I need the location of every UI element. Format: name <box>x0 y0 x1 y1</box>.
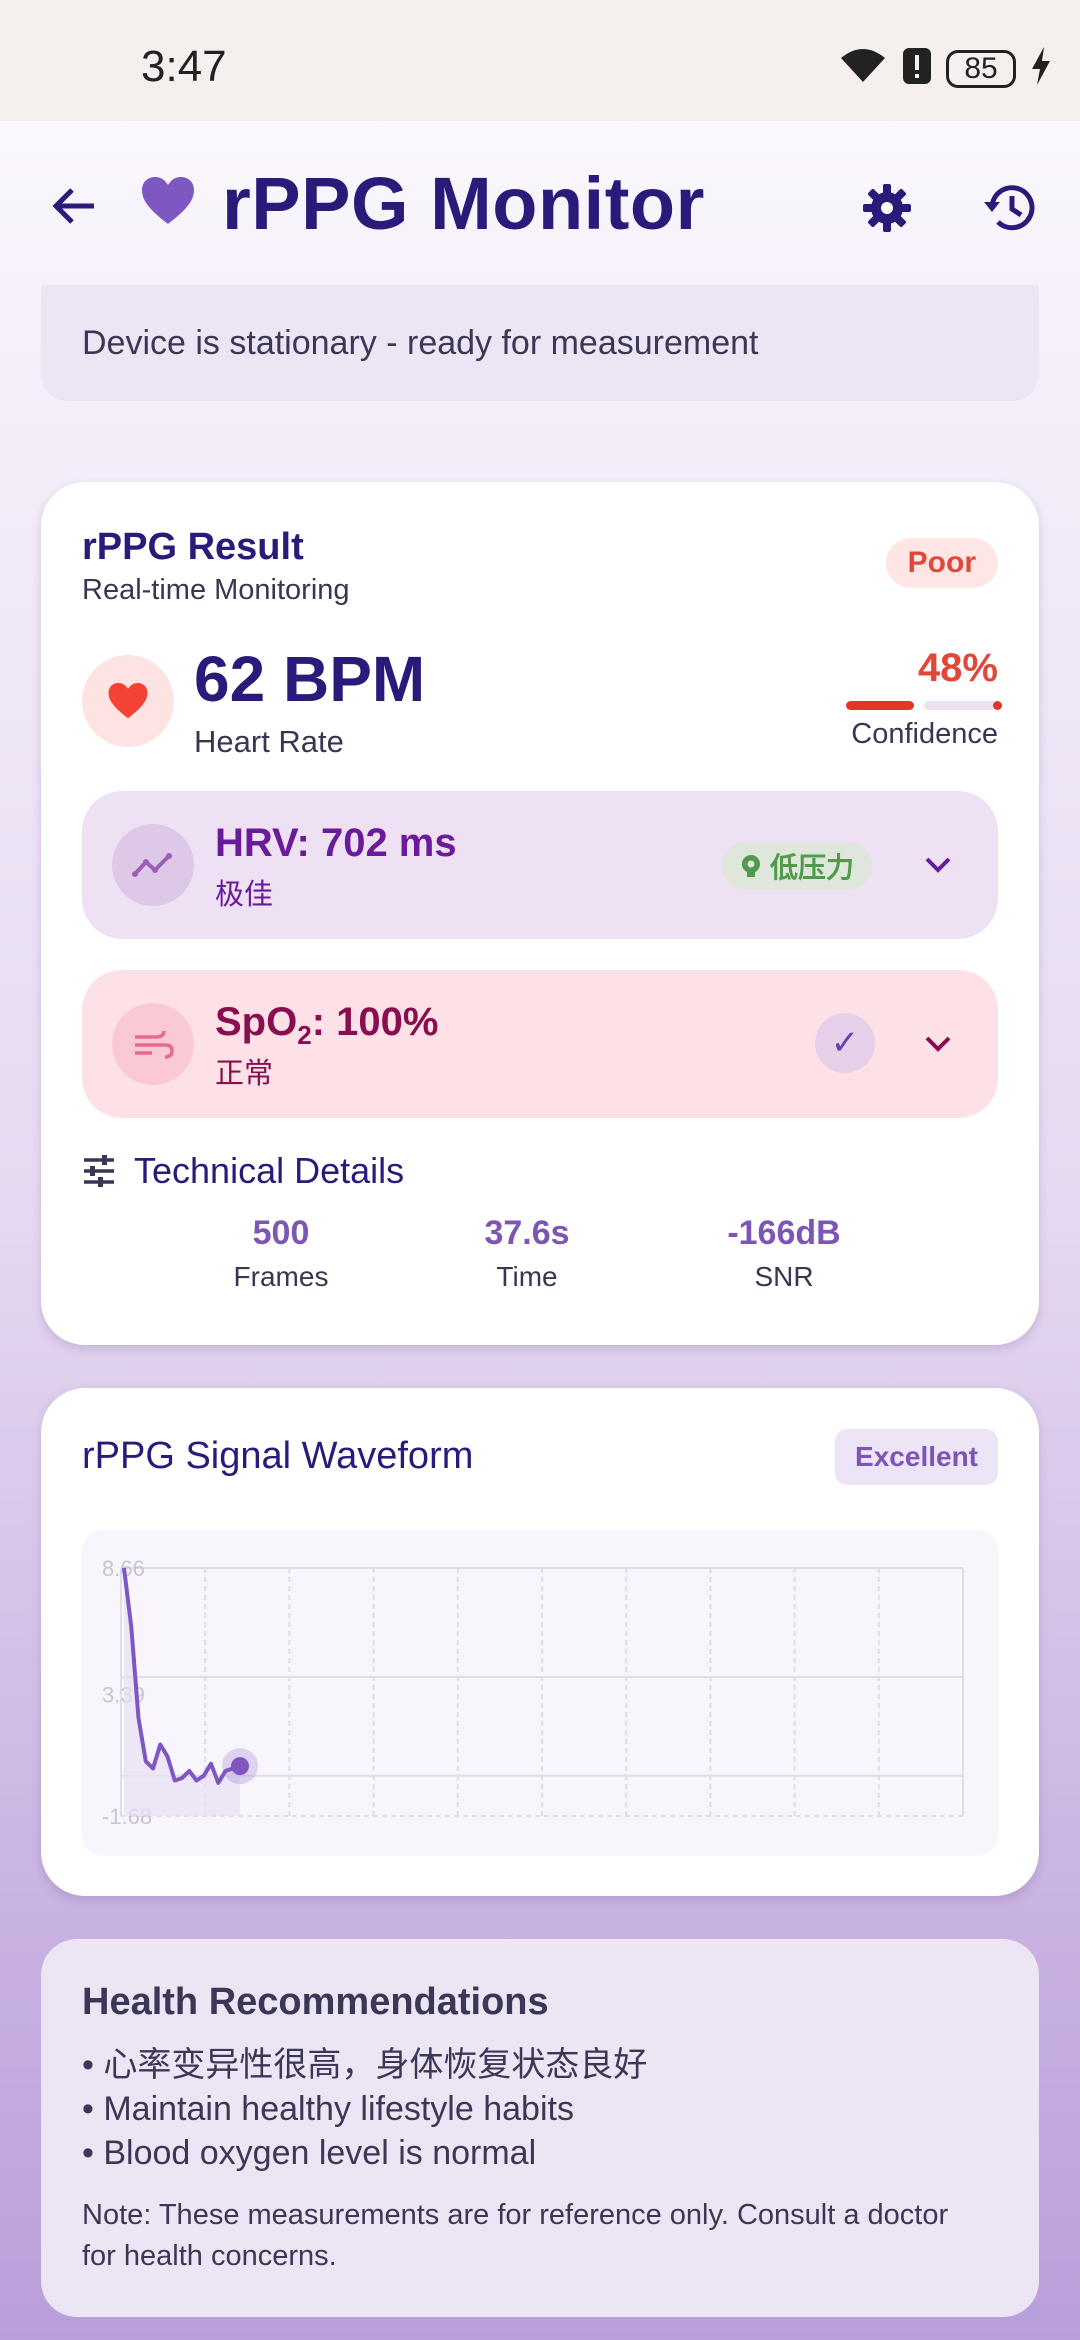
wifi-icon <box>838 46 888 91</box>
device-status-banner: Device is stationary - ready for measure… <box>41 285 1039 401</box>
technical-stats: 500 Frames 37.6s Time -166dB SNR <box>41 1214 1039 1314</box>
stat-label: Frames <box>233 1261 329 1292</box>
hrv-icon-wrap <box>112 824 194 906</box>
waveform-svg: 8.663.39-1.68 <box>102 1556 964 1829</box>
spo2-status: 正常 <box>215 1058 274 1090</box>
stat-value: 500 <box>252 1214 310 1252</box>
app-bar: rPPG Monitor <box>0 121 1080 281</box>
gear-icon <box>863 184 911 232</box>
stat-value: -166dB <box>727 1214 841 1252</box>
list-item: • Maintain healthy lifestyle habits <box>82 2090 574 2128</box>
spo2-title: SpO2: 100% <box>215 1000 438 1051</box>
confidence-bar <box>846 700 1002 710</box>
tune-icon <box>84 1155 114 1187</box>
history-icon <box>984 185 1035 231</box>
spo2-title-prefix: SpO <box>215 1000 298 1044</box>
app-title: rPPG Monitor <box>222 162 705 245</box>
stat-label: Time <box>496 1261 558 1292</box>
stat-time: 37.6s Time <box>427 1214 627 1293</box>
hrv-row[interactable]: HRV: 702 ms 极佳 低压力 <box>82 791 998 939</box>
disclaimer-note: Note: These measurements are for referen… <box>82 2199 949 2272</box>
stress-badge-label: 低压力 <box>770 852 855 883</box>
charging-icon <box>1030 47 1052 90</box>
waveform-current-point <box>231 1757 249 1776</box>
status-time: 3:47 <box>141 42 227 91</box>
hrv-title: HRV: 702 ms <box>215 821 457 865</box>
alert-icon <box>902 47 932 90</box>
spo2-row[interactable]: SpO2: 100% 正常 ✓ <box>82 970 998 1118</box>
stress-badge: 低压力 <box>722 842 873 890</box>
back-button[interactable] <box>38 171 108 241</box>
recommendations-card: Health Recommendations • 心率变异性很高，身体恢复状态良… <box>41 1939 1039 2317</box>
stat-frames: 500 Frames <box>181 1214 381 1293</box>
technical-details-header[interactable]: Technical Details <box>82 1150 404 1192</box>
history-button[interactable] <box>974 173 1048 243</box>
spo2-title-value: : 100% <box>311 1000 439 1044</box>
spo2-title-subscript: 2 <box>297 1020 312 1050</box>
status-icons: 85 <box>838 46 1052 91</box>
waveform-chart: 8.66 3.39 -1.68 <box>82 1530 998 1856</box>
recommendations-title: Health Recommendations <box>82 1981 549 2023</box>
trend-icon <box>132 853 172 877</box>
check-icon: ✓ <box>815 1013 875 1073</box>
brain-icon <box>742 855 760 877</box>
hrv-status: 极佳 <box>215 879 274 911</box>
signal-quality-badge: Excellent <box>835 1429 998 1485</box>
arrow-back-icon <box>52 188 94 224</box>
heart-rate-label: Heart Rate <box>194 724 344 759</box>
hrv-expand-button[interactable] <box>914 841 962 889</box>
confidence-bar-track <box>924 700 1002 710</box>
stat-label: SNR <box>754 1261 814 1292</box>
stat-value: 37.6s <box>484 1214 570 1252</box>
settings-button[interactable] <box>852 173 922 243</box>
result-card: rPPG Result Real-time Monitoring Poor 62… <box>41 482 1039 1345</box>
chevron-down-icon <box>925 1036 951 1052</box>
stat-snr: -166dB SNR <box>684 1214 884 1293</box>
confidence-bar-fill <box>846 700 915 710</box>
heart-icon <box>140 176 196 231</box>
result-title: rPPG Result <box>82 526 304 568</box>
confidence-label: Confidence <box>851 718 998 750</box>
waveform-card: rPPG Signal Waveform Excellent 8.66 3.39-… <box>41 1388 1039 1896</box>
heart-rate-value: 62 BPM <box>194 643 426 715</box>
confidence-bar-end-dot <box>993 700 1002 710</box>
quality-badge: Poor <box>885 538 998 588</box>
list-item: • Blood oxygen level is normal <box>82 2134 537 2172</box>
status-bar: 3:47 85 <box>0 0 1080 121</box>
recommendations-list: • 心率变异性很高，身体恢复状态良好 • Maintain healthy li… <box>82 2043 647 2175</box>
battery-icon: 85 <box>946 49 1016 88</box>
result-subtitle: Real-time Monitoring <box>82 574 350 606</box>
spo2-icon-wrap <box>112 1003 194 1085</box>
waveform-title: rPPG Signal Waveform <box>82 1435 474 1477</box>
heart-icon <box>108 683 148 719</box>
chevron-down-icon <box>925 857 951 873</box>
air-icon <box>135 1030 174 1059</box>
confidence-value: 48% <box>917 646 998 690</box>
list-item: • 心率变异性很高，身体恢复状态良好 <box>82 2046 648 2084</box>
technical-details-title: Technical Details <box>134 1150 405 1191</box>
spo2-expand-button[interactable] <box>914 1020 962 1068</box>
heart-rate-icon-wrap <box>82 655 174 747</box>
title-wrap: rPPG Monitor <box>140 161 705 246</box>
